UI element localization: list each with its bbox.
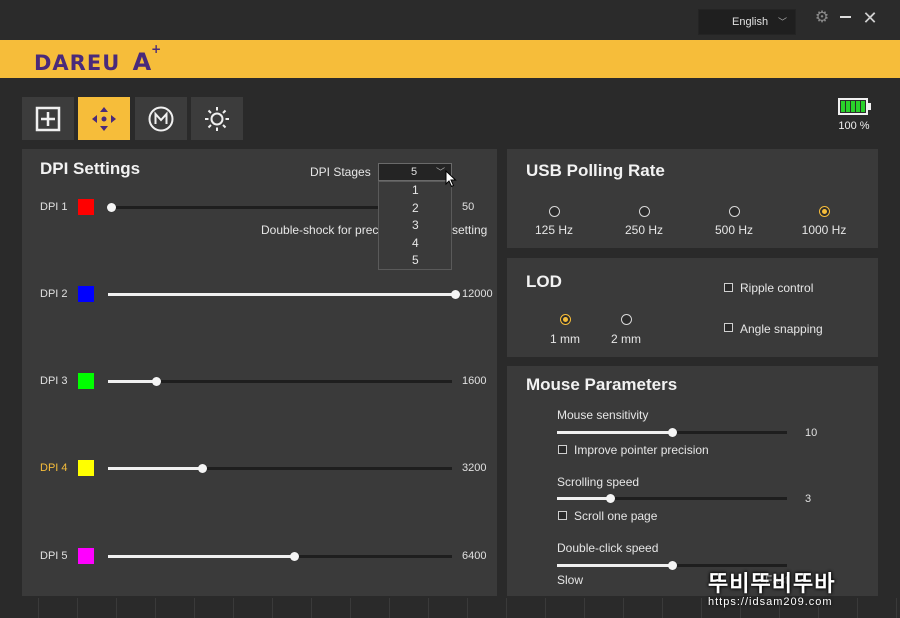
slider-thumb[interactable] [290,552,299,561]
sensitivity-label: Mouse sensitivity [557,408,649,422]
usb-polling-title: USB Polling Rate [526,161,665,180]
slow-label: Slow [557,573,584,587]
polling-radio[interactable] [639,206,650,217]
move-arrows-icon [92,106,116,131]
lod-label: 2 mm [611,332,641,346]
lod-label: 1 mm [550,332,580,346]
slider-thumb[interactable] [668,428,677,437]
angle-snapping-checkbox[interactable] [724,323,733,332]
close-icon[interactable]: ✕ [860,8,880,28]
lod-radio[interactable] [560,314,571,325]
dpi-row-label: DPI 3 [40,375,68,387]
scroll-one-page-label: Scroll one page [574,509,658,523]
dpi-stages-value: 5 [411,166,418,178]
slider-thumb[interactable] [152,377,161,386]
language-select[interactable]: English ﹀ [698,9,796,35]
dpi-row-label: DPI 2 [40,288,68,300]
scroll-speed-slider[interactable] [557,494,787,503]
sensitivity-value: 10 [805,427,818,439]
dpi-row-label: DPI 4 [40,462,68,474]
dpi-slider[interactable] [108,552,452,561]
tab-add[interactable] [22,97,74,140]
dpi-settings-title: DPI Settings [40,159,141,178]
dpi-slider[interactable] [108,290,460,299]
sun-icon [205,106,229,131]
polling-label: 250 Hz [624,223,664,237]
logo-text: DAREU [34,51,121,75]
dpi-color-swatch[interactable] [78,286,94,302]
polling-label: 125 Hz [534,223,574,237]
dpi-row-label: DPI 1 [40,201,68,213]
dpi-value: 50 [462,201,475,213]
scroll-one-page-checkbox[interactable] [558,511,567,520]
tab-move[interactable] [78,97,130,140]
lod-radio[interactable] [621,314,632,325]
dpi-stages-select[interactable]: 5 ﹀ [378,163,452,181]
pointer-precision-checkbox[interactable] [558,445,567,454]
battery-percent: 100 % [838,120,870,132]
doubleshock-text: Double-shock for preci [261,223,382,237]
watermark-text: 뚜비뚜비뚜바 [708,571,836,596]
dpi-stages-dropdown: 1 2 3 4 5 [378,181,452,270]
scroll-speed-value: 3 [805,493,812,505]
slider-thumb[interactable] [198,464,207,473]
brand-bar: DAREU A + [0,40,900,78]
chevron-down-icon: ﹀ [435,167,445,177]
dpi-color-swatch[interactable] [78,199,94,215]
dpi-value: 6400 [462,550,487,562]
polling-label: 500 Hz [714,223,754,237]
mouse-parameters-title: Mouse Parameters [526,375,678,394]
watermark: 뚜비뚜비뚜바 https://idsam209.com [708,566,888,610]
dropdown-option[interactable]: 3 [379,217,451,235]
watermark-url: https://idsam209.com [708,596,833,608]
dropdown-option[interactable]: 5 [379,252,451,270]
mouse-cursor-icon [445,170,457,188]
polling-radio[interactable] [729,206,740,217]
doubleshock-text-tail: setting [452,223,488,237]
polling-radio[interactable] [549,206,560,217]
dropdown-option[interactable]: 4 [379,235,451,253]
slider-thumb[interactable] [107,203,116,212]
tab-macro[interactable] [135,97,187,140]
dareu-logo: DAREU A + [34,42,163,76]
macro-m-icon [148,106,174,131]
dpi-stages-label: DPI Stages [310,165,371,179]
polling-label: 1000 Hz [801,223,847,237]
slider-thumb[interactable] [606,494,615,503]
dropdown-option[interactable]: 2 [379,200,451,218]
slider-thumb[interactable] [668,561,677,570]
minimize-icon[interactable] [836,8,856,28]
dpi-value: 1600 [462,375,487,387]
dpi-color-swatch[interactable] [78,460,94,476]
plus-square-icon [35,106,61,131]
dpi-value: 3200 [462,462,487,474]
battery-icon [838,98,874,118]
angle-snapping-label: Angle snapping [740,322,823,336]
slider-thumb[interactable] [451,290,460,299]
dpi-value: 12000 [462,288,493,300]
double-click-label: Double-click speed [557,541,659,555]
sensitivity-slider[interactable] [557,428,787,437]
tab-lighting[interactable] [191,97,243,140]
dpi-color-swatch[interactable] [78,373,94,389]
ripple-control-label: Ripple control [740,281,814,295]
polling-radio[interactable] [819,206,830,217]
lod-title: LOD [526,272,562,291]
gear-icon[interactable]: ⚙ [812,8,832,28]
dpi-slider[interactable] [108,464,452,473]
scroll-speed-label: Scrolling speed [557,475,640,489]
dropdown-option[interactable]: 1 [379,182,451,200]
dpi-color-swatch[interactable] [78,548,94,564]
logo-mark: A + [132,42,163,76]
dpi-row-label: DPI 5 [40,550,68,562]
ripple-control-checkbox[interactable] [724,283,733,292]
language-value: English [732,16,769,28]
chevron-down-icon: ﹀ [777,17,787,27]
dpi-slider[interactable] [108,377,452,386]
pointer-precision-label: Improve pointer precision [574,443,709,457]
